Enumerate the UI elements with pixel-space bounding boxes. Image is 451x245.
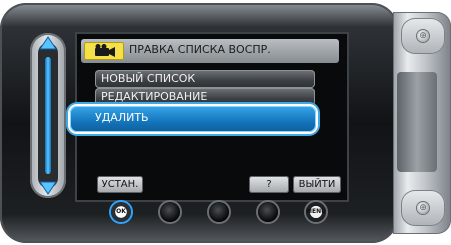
hinge-grip-top: ⊕ (401, 18, 445, 54)
screw-icon: ⊕ (417, 30, 429, 42)
round-button-2[interactable] (160, 202, 180, 222)
hinge-connector (397, 72, 437, 172)
touch-slider[interactable] (30, 33, 66, 198)
hinge-grip-bottom: ⊕ (401, 190, 445, 226)
round-button-4[interactable] (258, 202, 278, 222)
exit-button[interactable]: ВЫЙТИ (293, 176, 341, 193)
help-button[interactable]: ? (249, 176, 289, 193)
screen-hinge: ⊕ ⊕ (393, 12, 451, 234)
round-button-3[interactable] (209, 202, 229, 222)
screw-icon: ⊕ (417, 202, 429, 214)
set-button[interactable]: УСТАН. (97, 176, 143, 193)
menu-button[interactable]: MENU (306, 202, 326, 222)
slider-arrows-icon (39, 36, 57, 195)
menu-item-new-list[interactable]: НОВЫЙ СПИСОК (95, 70, 315, 88)
menu-label: MENU (306, 208, 326, 215)
ok-label: OK (116, 208, 126, 215)
ok-button[interactable]: OK (111, 202, 131, 222)
menu-title: ПРАВКА СПИСКА ВОСПР. (129, 43, 271, 56)
lcd-screen: ПРАВКА СПИСКА ВОСПР. НОВЫЙ СПИСОК РЕДАКТ… (70, 32, 349, 202)
menu-title-bar: ПРАВКА СПИСКА ВОСПР. (81, 39, 339, 63)
menu-item-delete[interactable]: УДАЛИТЬ (70, 106, 316, 132)
menu-item-edit[interactable]: РЕДАКТИРОВАНИЕ (95, 88, 315, 106)
video-camera-icon (84, 42, 124, 60)
